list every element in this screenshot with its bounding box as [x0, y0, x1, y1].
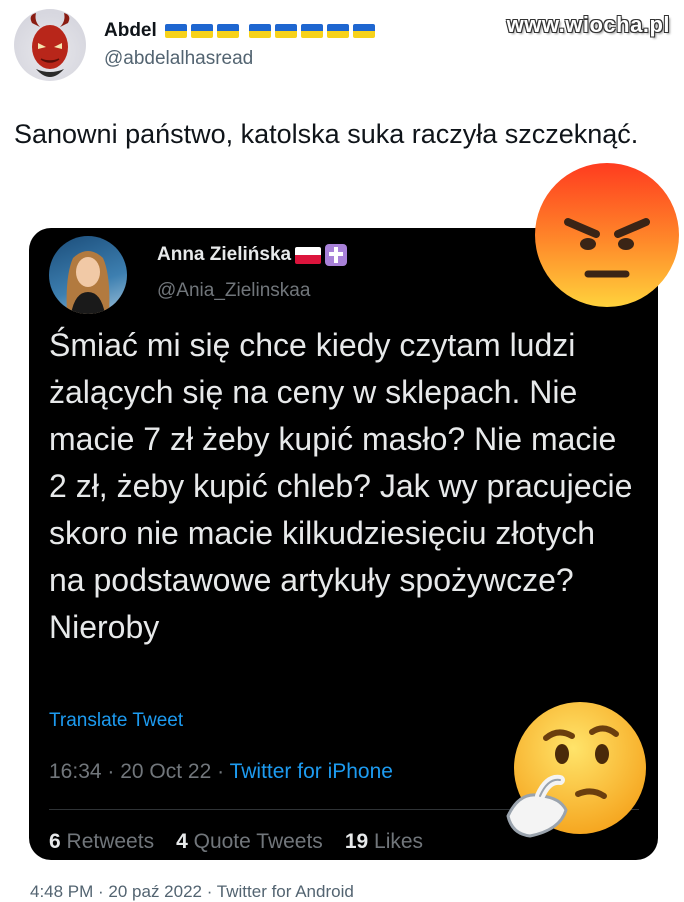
thinking-face-emoji: [500, 698, 648, 846]
tweet-stats: 6 Retweets 4 Quote Tweets 19 Likes: [49, 830, 445, 854]
outer-display-name[interactable]: Abdel: [104, 20, 157, 42]
quoted-display-name[interactable]: Anna Zielińska: [157, 244, 291, 266]
woman-avatar-icon: [66, 251, 110, 314]
quoted-handle[interactable]: @Ania_Zielinskaa: [157, 280, 310, 302]
tweet-meta: 16:34 · 20 Oct 22 · Twitter for iPhone: [49, 760, 393, 784]
angry-face-emoji: [530, 158, 684, 312]
watermark: www.wiocha.pl: [506, 12, 670, 37]
retweets-stat[interactable]: 6 Retweets: [49, 830, 154, 854]
quote-tweets-stat[interactable]: 4 Quote Tweets: [176, 830, 323, 854]
ukraine-flag-icon: [164, 24, 379, 38]
translate-tweet-link[interactable]: Translate Tweet: [49, 710, 183, 732]
poland-flag-icon: [295, 246, 322, 264]
outer-tweet-text: Sanowni państwo, katolska suka raczyła s…: [14, 119, 639, 149]
avatar[interactable]: [14, 9, 86, 81]
tweet-client-link[interactable]: Twitter for iPhone: [230, 760, 393, 783]
outer-tweet-header: Abdel @abdelalhasread: [14, 6, 379, 84]
likes-stat[interactable]: 19 Likes: [345, 830, 423, 854]
tweet-timestamp[interactable]: 16:34 · 20 Oct 22 ·: [49, 760, 230, 783]
latin-cross-icon: [325, 244, 348, 266]
devil-avatar-icon: [30, 13, 70, 77]
outer-tweet-footer: 4:48 PM · 20 paź 2022 · Twitter for Andr…: [30, 882, 354, 901]
avatar[interactable]: [49, 236, 127, 314]
outer-handle[interactable]: @abdelalhasread: [104, 48, 379, 70]
quoted-tweet-text: Śmiać mi się chce kiedy czytam ludzi żal…: [49, 327, 633, 645]
